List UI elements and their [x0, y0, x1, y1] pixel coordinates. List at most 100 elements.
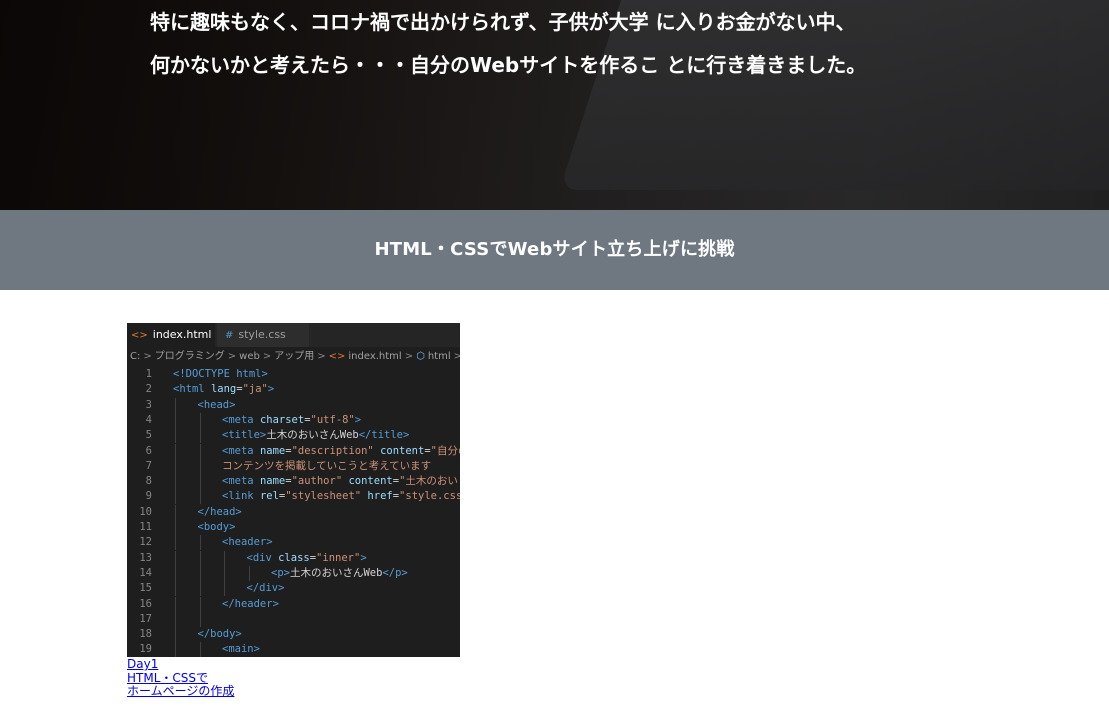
code-token: 土木のおいさんWeb	[266, 429, 359, 442]
indent-guide	[248, 565, 250, 581]
code-token: content	[380, 444, 425, 457]
breadcrumb-file: index.html	[348, 351, 402, 362]
indent-guide	[175, 397, 176, 413]
hero-line-2: 何かないかと考えたら・・・自分のWebサイトを作るこ とに行き着きました。	[150, 53, 867, 77]
code-text: コンテンツを掲載していこうと考えています	[222, 459, 431, 474]
code-token: </header>	[222, 597, 279, 610]
code-token: "utf-8"	[310, 413, 355, 426]
code-token: >	[354, 413, 362, 426]
hero-line-1: 特に趣味もなく、コロナ禍で出かけられず、子供が大学 に入りお金がない中、	[150, 10, 856, 34]
code-text: </body>	[198, 627, 242, 642]
line-number: 4	[145, 413, 152, 426]
code-token: <head>	[197, 398, 236, 411]
code-text: <html lang="ja">	[173, 382, 274, 397]
code-line: 5 <title>土木のおいさんWeb</title>	[127, 428, 460, 444]
code-text: <header>	[222, 535, 273, 550]
line-number: 7	[145, 459, 152, 472]
article-thumbnail[interactable]: <>index.html× #style.css C:>プログラミング>web>…	[127, 323, 460, 657]
code-token: lang	[210, 383, 237, 396]
code-text: <main>	[222, 642, 260, 657]
code-text: <meta name="description" content="自分の	[222, 444, 460, 459]
chevron-right-icon: >	[404, 351, 414, 362]
indent-guide	[175, 627, 176, 643]
indent-guide	[199, 581, 201, 597]
article-caption: Day1 HTML・CSSで ホームページの作成	[127, 657, 460, 699]
line-number: 10	[139, 505, 152, 518]
article-card[interactable]: <>index.html× #style.css C:>プログラミング>web>…	[127, 323, 460, 699]
indent-guide	[175, 412, 176, 428]
code-text: <!DOCTYPE html>	[173, 367, 268, 382]
code-token: コンテンツを掲載していこうと考えています	[222, 459, 432, 472]
indent-guide	[199, 642, 201, 657]
code-line: 8 <meta name="author" content="土木のおい	[127, 474, 460, 490]
code-line: 19 <main>	[127, 642, 460, 657]
code-token: </title>	[358, 429, 410, 442]
editor-tab-index-html: <>index.html×	[127, 323, 227, 347]
line-number: 2	[145, 383, 152, 396]
code-token: "description"	[291, 444, 381, 457]
code-text: <head>	[198, 398, 236, 413]
line-number: 5	[145, 429, 152, 442]
code-line: 18 </body>	[127, 627, 460, 643]
code-text: <p>土木のおいさんWeb</p>	[271, 566, 408, 581]
code-token: "自分の	[430, 444, 460, 457]
line-number: 12	[139, 536, 152, 549]
code-line: 3 <head>	[127, 397, 460, 413]
code-token: "style.css"	[399, 490, 460, 503]
chevron-right-icon: >	[453, 351, 460, 362]
indent-guide	[224, 565, 225, 581]
breadcrumb-folder: プログラミング	[154, 351, 225, 362]
code-token: "author"	[291, 475, 349, 488]
indent-guide	[175, 428, 176, 444]
indent-guide	[199, 596, 201, 612]
indent-guide	[199, 489, 201, 505]
line-number: 13	[139, 551, 152, 564]
code-text: <title>土木のおいさんWeb</title>	[222, 428, 409, 443]
chevron-right-icon: >	[143, 351, 152, 362]
line-number: 1	[145, 368, 152, 380]
html-file-icon: <>	[131, 330, 148, 341]
indent-guide	[175, 596, 176, 612]
code-token: <!DOCTYPE	[173, 368, 237, 380]
code-line: 11 <body>	[127, 520, 460, 535]
indent-guide	[199, 443, 201, 459]
article-link-day[interactable]: Day1	[127, 657, 460, 672]
code-token: </head>	[197, 505, 242, 518]
indent-guide	[199, 412, 201, 428]
code-text: </header>	[222, 597, 279, 612]
indent-guide	[199, 565, 201, 581]
code-text: <div class="inner">	[247, 551, 367, 566]
code-text: <link rel="stylesheet" href="style.css"	[222, 489, 460, 504]
indent-guide	[224, 550, 225, 566]
breadcrumb-html: html	[427, 351, 451, 362]
code-token: >	[360, 551, 367, 564]
line-number: 14	[139, 566, 152, 579]
code-text: </head>	[198, 505, 242, 520]
line-number: 8	[145, 475, 152, 488]
code-token: 土木のおいさんWeb	[289, 566, 383, 579]
section-header: HTML・CSSでWebサイト立ち上げに挑戦	[0, 210, 1109, 290]
code-token: <body>	[197, 521, 236, 533]
chevron-right-icon: >	[227, 351, 237, 362]
indent-guide	[175, 489, 176, 505]
code-token: href	[367, 490, 393, 503]
code-token: class	[278, 551, 310, 564]
article-link-subtitle[interactable]: HTML・CSSで	[127, 671, 460, 686]
code-line: 13 <div class="inner">	[127, 550, 460, 566]
chevron-right-icon: >	[262, 351, 272, 362]
code-token: "ja"	[242, 383, 268, 396]
breadcrumb-folder: アップ用	[274, 351, 315, 362]
code-line: 6 <meta name="description" content="自分の	[127, 443, 460, 459]
line-number: 6	[145, 444, 152, 457]
line-number: 19	[139, 643, 152, 656]
article-link-title[interactable]: ホームページの作成	[127, 684, 460, 699]
code-token: </p>	[382, 566, 408, 579]
code-token: "stylesheet"	[285, 490, 368, 503]
code-token: <meta	[222, 475, 260, 488]
indent-guide	[175, 581, 176, 597]
indent-guide	[224, 581, 225, 597]
indent-guide	[175, 611, 176, 627]
code-token: </div>	[246, 582, 285, 595]
indent-guide	[175, 565, 176, 581]
code-text: <body>	[198, 520, 236, 535]
